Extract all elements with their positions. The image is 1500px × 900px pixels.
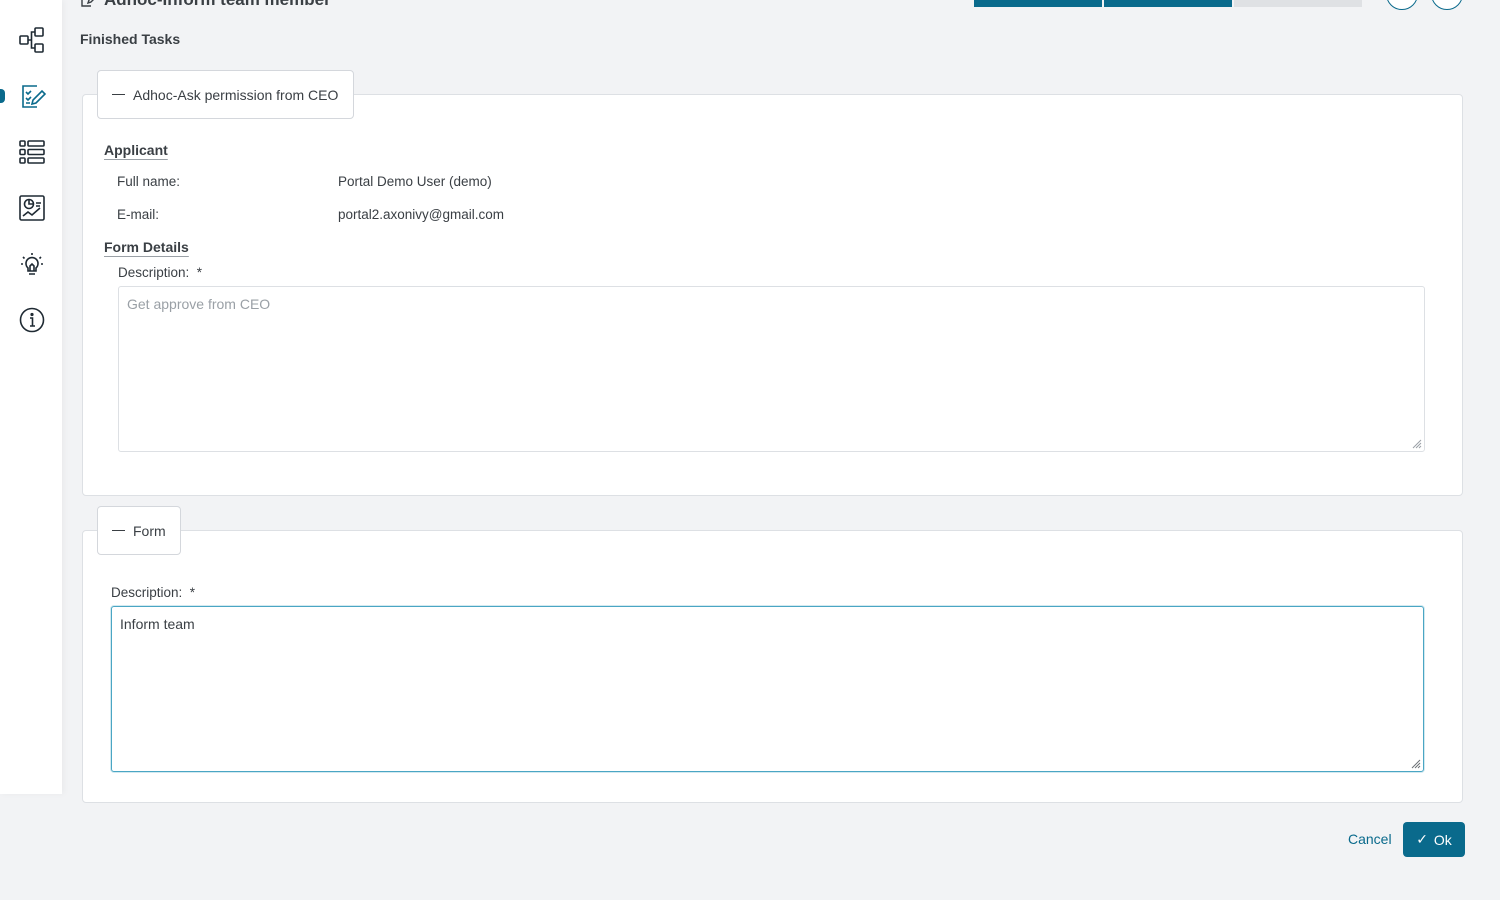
task-list-icon bbox=[22, 85, 46, 108]
statistics-icon bbox=[19, 195, 45, 221]
sidebar-item-statistics[interactable] bbox=[17, 193, 47, 223]
task-edit-icon bbox=[81, 0, 94, 7]
sidebar-item-ideas[interactable] bbox=[17, 249, 47, 279]
cancel-link[interactable]: Cancel bbox=[1348, 831, 1392, 847]
description-label: Description: * bbox=[111, 585, 196, 600]
email-label: E-mail: bbox=[117, 207, 160, 222]
description-readonly-textarea: Get approve from CEO bbox=[118, 286, 1425, 452]
description-label-readonly: Description: * bbox=[118, 265, 203, 280]
page-title: Adhoc-Inform team member bbox=[80, 0, 331, 10]
info-icon bbox=[19, 307, 45, 333]
form-details-heading: Form Details bbox=[104, 239, 189, 255]
sidebar-item-processes[interactable] bbox=[17, 25, 47, 55]
ok-button[interactable]: ✓ Ok bbox=[1403, 822, 1465, 857]
sidebar-item-about[interactable] bbox=[17, 305, 47, 335]
collapse-icon bbox=[112, 93, 125, 96]
sidebar bbox=[0, 0, 62, 794]
sidebar-active-indicator bbox=[0, 89, 5, 103]
collapse-icon bbox=[112, 529, 125, 532]
description-readonly-text: Get approve from CEO bbox=[127, 296, 271, 312]
full-name-label: Full name: bbox=[117, 174, 181, 189]
header-action-button-1[interactable] bbox=[1386, 0, 1418, 10]
sidebar-item-cases[interactable] bbox=[17, 137, 47, 167]
description-text: Inform team bbox=[120, 616, 195, 632]
ok-button-label: Ok bbox=[1433, 831, 1452, 848]
email-value: portal2.axonivy@gmail.com bbox=[338, 207, 505, 222]
finished-task-panel-title: Adhoc-Ask permission from CEO bbox=[133, 86, 339, 103]
description-textarea[interactable]: Inform team bbox=[111, 606, 1424, 772]
case-list-icon bbox=[19, 140, 45, 164]
progress-step-2 bbox=[1104, 0, 1232, 7]
form-panel-title: Form bbox=[133, 522, 166, 539]
sidebar-item-tasks[interactable] bbox=[17, 81, 47, 111]
idea-icon bbox=[21, 253, 43, 275]
finished-tasks-heading: Finished Tasks bbox=[80, 31, 181, 47]
resize-grip-icon[interactable] bbox=[1409, 757, 1421, 769]
applicant-heading: Applicant bbox=[104, 142, 168, 158]
progress-step-1 bbox=[974, 0, 1102, 7]
progress-step-3 bbox=[1234, 0, 1362, 7]
resize-grip-icon bbox=[1412, 439, 1422, 449]
header-action-button-2[interactable] bbox=[1431, 0, 1463, 10]
form-panel-toggle[interactable]: Form bbox=[97, 506, 181, 555]
process-icon bbox=[19, 27, 44, 53]
check-icon: ✓ bbox=[1416, 831, 1428, 847]
full-name-value: Portal Demo User (demo) bbox=[338, 174, 492, 189]
page-title-text: Adhoc-Inform team member bbox=[104, 0, 331, 10]
finished-task-panel-toggle[interactable]: Adhoc-Ask permission from CEO bbox=[97, 70, 354, 119]
